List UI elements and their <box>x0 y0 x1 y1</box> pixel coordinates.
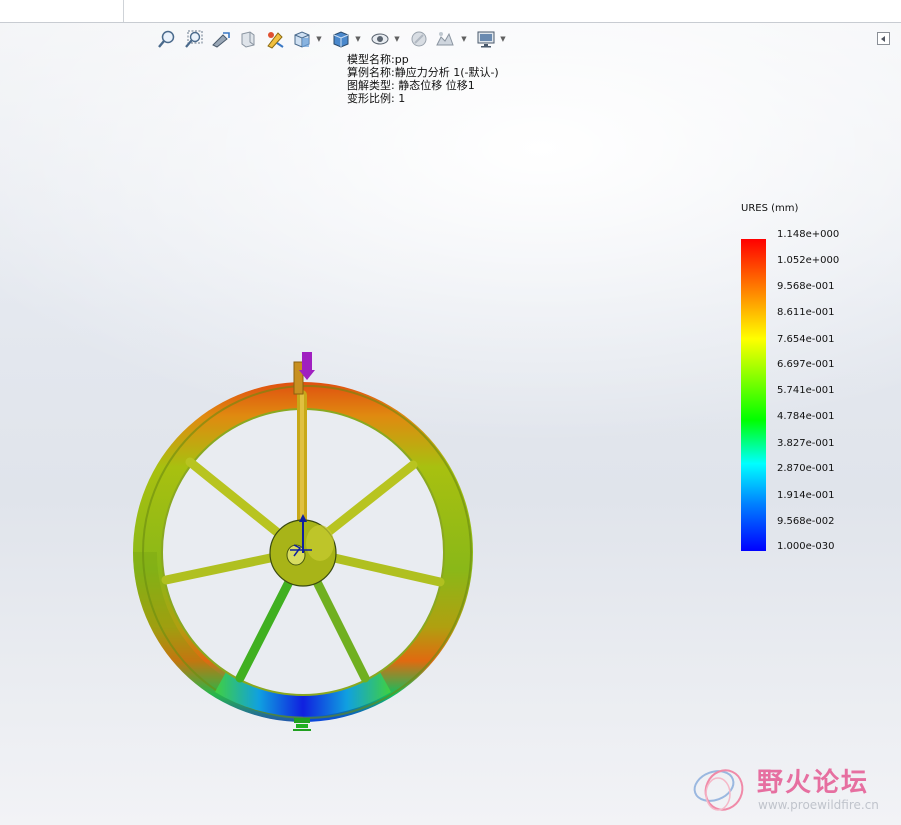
legend-label: 7.654e-001 <box>777 334 835 345</box>
watermark: 野火论坛 www.proewildfire.cn <box>690 758 895 820</box>
legend-label: 9.568e-001 <box>777 281 835 292</box>
top-peg <box>293 361 304 395</box>
watermark-title: 野火论坛 <box>757 768 870 798</box>
legend-label: 3.827e-001 <box>777 438 835 449</box>
legend-title: URES (mm) <box>741 203 799 214</box>
watermark-url: www.proewildfire.cn <box>758 798 879 812</box>
force-arrow-icon <box>302 352 312 372</box>
legend-label: 5.741e-001 <box>777 385 835 396</box>
legend-color-bar <box>741 239 766 551</box>
legend-label: 1.052e+000 <box>777 255 840 266</box>
legend-label: 2.870e-001 <box>777 463 835 474</box>
fixture-icon <box>293 718 311 731</box>
legend-label: 8.611e-001 <box>777 307 835 318</box>
legend-label: 1.148e+000 <box>777 229 840 240</box>
legend-label: 1.914e-001 <box>777 490 835 501</box>
legend-label: 6.697e-001 <box>777 359 835 370</box>
legend-labels: 1.148e+000 1.052e+000 9.568e-001 8.611e-… <box>777 229 867 553</box>
legend-label: 9.568e-002 <box>777 516 835 527</box>
legend-label: 4.784e-001 <box>777 411 835 422</box>
watermark-logo-icon <box>693 769 744 811</box>
legend-label: 1.000e-030 <box>777 541 835 552</box>
